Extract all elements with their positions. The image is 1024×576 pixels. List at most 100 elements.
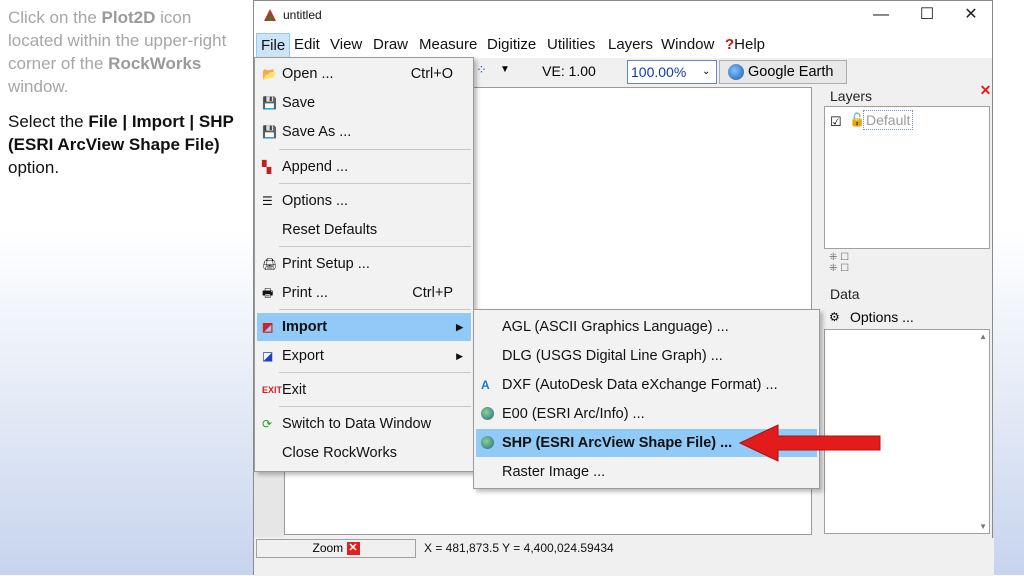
import-icon: ◩ xyxy=(262,320,274,334)
close-panel-icon[interactable]: ✕ xyxy=(979,83,992,97)
menu-item-save-as[interactable]: 💾 Save As ... xyxy=(257,118,471,146)
window-title: untitled xyxy=(283,8,322,22)
autodesk-icon: A xyxy=(481,378,490,392)
menu-item-close-rockworks[interactable]: Close RockWorks xyxy=(257,439,471,467)
menu-item-switch-data-window[interactable]: ⟳ Switch to Data Window xyxy=(257,410,471,438)
menu-item-label: Print ... xyxy=(282,285,328,301)
menu-item-import[interactable]: ◩ Import ▶ xyxy=(257,313,471,341)
menu-item-print[interactable]: 🖶 Print ... Ctrl+P xyxy=(257,279,471,307)
instruction-bold: RockWorks xyxy=(108,54,202,73)
layer-default[interactable]: Default xyxy=(863,110,914,130)
menu-separator xyxy=(279,183,471,184)
menu-window[interactable]: Window xyxy=(661,36,714,53)
google-earth-button[interactable]: Google Earth xyxy=(719,60,847,84)
expand-icon[interactable]: ⁜ ☐ ⁜ ☐ xyxy=(829,252,849,274)
globe-icon xyxy=(728,64,744,80)
ve-display: VE: 1.00 xyxy=(542,63,596,79)
globe-icon xyxy=(481,407,494,420)
exit-icon: EXIT xyxy=(262,385,283,395)
menu-utilities[interactable]: Utilities xyxy=(547,36,595,53)
printer-setup-icon: 🖨 xyxy=(262,257,278,271)
menu-item-print-setup[interactable]: 🖨 Print Setup ... xyxy=(257,250,471,278)
menu-item-label: Options ... xyxy=(282,193,349,209)
menu-item-label: Switch to Data Window xyxy=(282,416,432,432)
checkbox-icon[interactable]: ☑ xyxy=(830,114,842,130)
menu-separator xyxy=(279,149,471,150)
menu-file[interactable]: File xyxy=(256,33,291,58)
options-icon: ☰ xyxy=(262,194,273,208)
chevron-down-icon[interactable]: ⌄ xyxy=(702,66,710,77)
menu-item-exit[interactable]: EXIT Exit xyxy=(257,376,471,404)
menu-item-shortcut: Ctrl+O xyxy=(410,66,453,82)
title-bar: untitled — ☐ ✕ xyxy=(254,1,992,31)
menu-item-label: Save As ... xyxy=(282,124,352,140)
layers-list: ☑ 🔓 Default xyxy=(824,106,990,249)
options-icon: ⚙ xyxy=(829,310,840,324)
submenu-item-label: DLG (USGS Digital Line Graph) ... xyxy=(502,348,723,364)
menu-separator xyxy=(279,406,471,407)
menu-item-label: Close RockWorks xyxy=(282,445,397,461)
folder-icon: 📂 xyxy=(262,67,277,81)
menu-help[interactable]: ?Help xyxy=(725,36,765,53)
instruction-step-2: Select the File | Import | SHP (ESRI Arc… xyxy=(8,110,248,179)
chevron-right-icon: ▶ xyxy=(456,351,463,361)
close-window-button[interactable]: ✕ xyxy=(948,1,994,31)
submenu-item-dlg[interactable]: DLG (USGS Digital Line Graph) ... xyxy=(476,342,817,370)
chevron-down-icon[interactable]: ▼ xyxy=(500,64,510,75)
instruction-step-1: Click on the Plot2D icon located within … xyxy=(8,6,248,98)
submenu-item-label: E00 (ESRI Arc/Info) ... xyxy=(502,406,645,422)
status-bar: Zoom ✕ X = 481,873.5 Y = 4,400,024.59434 xyxy=(254,538,994,576)
google-earth-label: Google Earth xyxy=(748,64,834,80)
menu-item-open[interactable]: 📂 Open ... Ctrl+O xyxy=(257,60,471,88)
submenu-item-label: AGL (ASCII Graphics Language) ... xyxy=(502,319,729,335)
instruction-text: Click on the Plot2D icon located within … xyxy=(8,6,248,179)
globe-icon xyxy=(481,436,494,449)
scroll-down-icon[interactable]: ▼ xyxy=(979,522,987,531)
menu-item-shortcut: Ctrl+P xyxy=(412,285,453,301)
menu-item-label: Export xyxy=(282,348,324,364)
menu-item-label: Print Setup ... xyxy=(282,256,370,272)
scroll-up-icon[interactable]: ▲ xyxy=(979,332,987,341)
append-icon: ▚ xyxy=(262,160,272,174)
pattern-icon[interactable]: ⁘ xyxy=(476,62,487,78)
data-options-button[interactable]: ⚙ Options ... xyxy=(824,305,990,329)
menu-edit[interactable]: Edit xyxy=(294,36,320,53)
menu-item-export[interactable]: ◪ Export ▶ xyxy=(257,342,471,370)
help-icon: ? xyxy=(725,36,735,53)
submenu-item-label: Raster Image ... xyxy=(502,464,606,480)
submenu-item-dxf[interactable]: A DXF (AutoDesk Data eXchange Format) ... xyxy=(476,371,817,399)
menu-layers[interactable]: Layers xyxy=(608,36,653,53)
menu-item-options[interactable]: ☰ Options ... xyxy=(257,187,471,215)
menu-item-reset-defaults[interactable]: Reset Defaults xyxy=(257,216,471,244)
disk-icon: 💾 xyxy=(262,125,277,139)
menu-item-label: Reset Defaults xyxy=(282,222,378,238)
menu-separator xyxy=(279,372,471,373)
layers-panel-title: Layers xyxy=(830,88,873,104)
menu-digitize[interactable]: Digitize xyxy=(487,36,536,53)
close-icon: ✕ xyxy=(346,542,360,556)
menu-bar: File Edit View Draw Measure Digitize Uti… xyxy=(254,31,992,58)
submenu-item-label: DXF (AutoDesk Data eXchange Format) ... xyxy=(502,377,778,393)
menu-item-save[interactable]: 💾 Save xyxy=(257,89,471,117)
menu-measure[interactable]: Measure xyxy=(419,36,477,53)
menu-draw[interactable]: Draw xyxy=(373,36,408,53)
menu-view[interactable]: View xyxy=(330,36,362,53)
minimize-button[interactable]: — xyxy=(858,1,904,31)
file-menu: 📂 Open ... Ctrl+O 💾 Save 💾 Save As ... ▚ Appe… xyxy=(254,57,474,472)
switch-icon: ⟳ xyxy=(262,417,273,431)
menu-help-label: Help xyxy=(734,36,766,53)
instruction-text-part: Click on the xyxy=(8,8,102,27)
submenu-item-agl[interactable]: AGL (ASCII Graphics Language) ... xyxy=(476,313,817,341)
menu-separator xyxy=(279,309,471,310)
instruction-text-part: Select the xyxy=(8,112,89,131)
menu-item-label: Save xyxy=(282,95,316,111)
chevron-right-icon: ▶ xyxy=(456,322,463,332)
menu-item-label: Open ... xyxy=(282,66,334,82)
rockworks-app-icon xyxy=(264,9,276,21)
zoom-status-button[interactable]: Zoom ✕ xyxy=(256,539,416,558)
menu-item-label: Exit xyxy=(282,382,307,398)
menu-item-append[interactable]: ▚ Append ... xyxy=(257,153,471,181)
coordinate-readout: X = 481,873.5 Y = 4,400,024.59434 xyxy=(424,541,614,555)
maximize-button[interactable]: ☐ xyxy=(904,1,950,31)
callout-arrow xyxy=(738,424,881,462)
